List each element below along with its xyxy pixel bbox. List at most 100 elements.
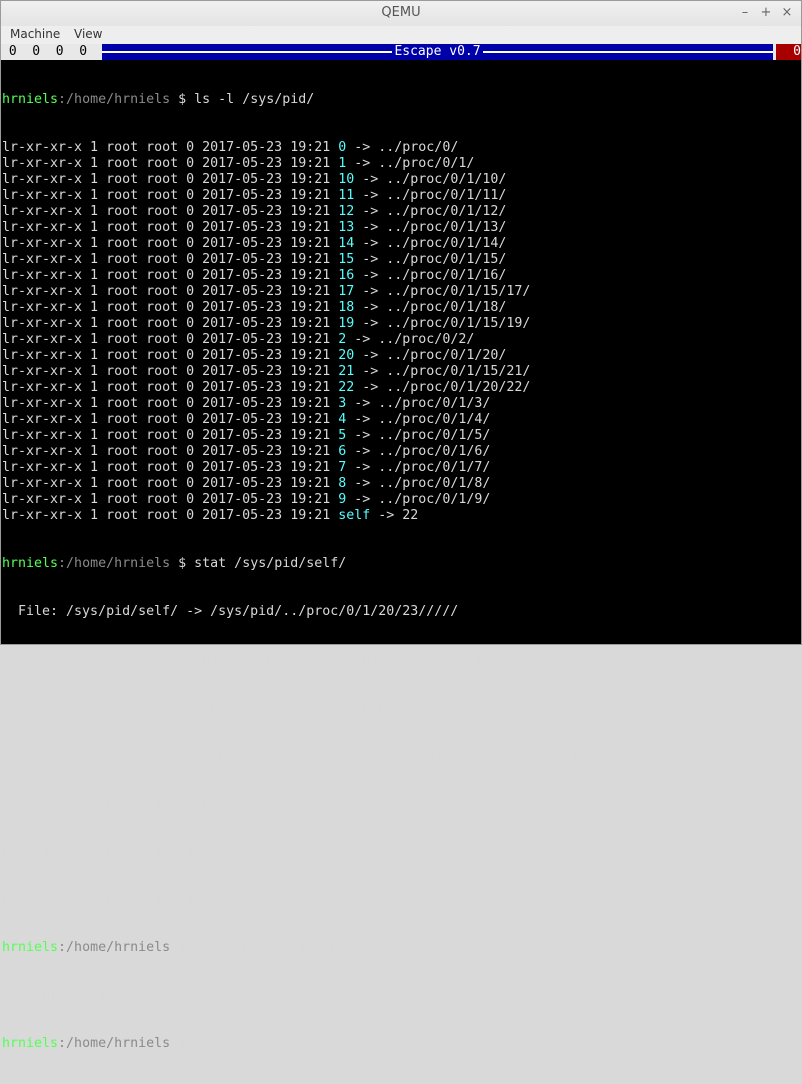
menu-bar: Machine View	[1, 26, 801, 44]
entry-attrs: lr-xr-xr-x 1 root root 0 2017-05-23 19:2…	[2, 492, 339, 507]
vterm-indicators: 0 0 0 0	[1, 44, 102, 60]
listing-row: lr-xr-xr-x 1 root root 0 2017-05-23 19:2…	[2, 236, 578, 252]
entry-target: -> ../proc/0/1/9/	[346, 492, 491, 507]
listing-row: lr-xr-xr-x 1 root root 0 2017-05-23 19:2…	[2, 252, 578, 268]
listing-row: lr-xr-xr-x 1 root root 0 2017-05-23 19:2…	[2, 316, 578, 332]
listing-row: lr-xr-xr-x 1 root root 0 2017-05-23 19:2…	[2, 476, 578, 492]
maximize-icon[interactable]: +	[759, 5, 773, 21]
entry-name: 19	[338, 316, 355, 331]
entry-target: -> ../proc/0/1/18/	[354, 300, 507, 315]
entry-name: 22	[338, 380, 355, 395]
entry-target: -> ../proc/0/1/11/	[354, 188, 507, 203]
entry-attrs: lr-xr-xr-x 1 root root 0 2017-05-23 19:2…	[2, 204, 339, 219]
command-text: stat /sys/pid/self/	[194, 556, 347, 571]
listing-row: lr-xr-xr-x 1 root root 0 2017-05-23 19:2…	[2, 444, 578, 460]
listing-row: lr-xr-xr-x 1 root root 0 2017-05-23 19:2…	[2, 412, 578, 428]
entry-attrs: lr-xr-xr-x 1 root root 0 2017-05-23 19:2…	[2, 508, 339, 523]
entry-target: -> ../proc/0/1/3/	[346, 396, 491, 411]
prompt-line[interactable]: hrniels:/home/hrniels $ _	[2, 1036, 578, 1052]
entry-target: -> ../proc/0/	[346, 140, 459, 155]
entry-target: -> 22	[370, 508, 419, 523]
qemu-window: QEMU – + × Machine View 0 0 0 0 Escape v…	[0, 0, 802, 1051]
stat-line: Access: 2017-05-23 19:22:06	[2, 796, 219, 811]
entry-target: -> ../proc/0/1/20/22/	[354, 380, 531, 395]
entry-target: -> ../proc/0/1/5/	[346, 428, 491, 443]
listing-row: lr-xr-xr-x 1 root root 0 2017-05-23 19:2…	[2, 284, 578, 300]
entry-name: 13	[338, 220, 355, 235]
listing-row: lr-xr-xr-x 1 root root 0 2017-05-23 19:2…	[2, 428, 578, 444]
entry-attrs: lr-xr-xr-x 1 root root 0 2017-05-23 19:2…	[2, 332, 339, 347]
terminal-output: hrniels:/home/hrniels $ ls -l /sys/pid/ …	[2, 60, 578, 1084]
entry-attrs: lr-xr-xr-x 1 root root 0 2017-05-23 19:2…	[2, 396, 339, 411]
entry-name: 11	[338, 188, 355, 203]
entry-attrs: lr-xr-xr-x 1 root root 0 2017-05-23 19:2…	[2, 252, 339, 267]
listing-row: lr-xr-xr-x 1 root root 0 2017-05-23 19:2…	[2, 492, 578, 508]
listing-row: lr-xr-xr-x 1 root root 0 2017-05-23 19:2…	[2, 380, 578, 396]
entry-target: -> ../proc/0/1/7/	[346, 460, 491, 475]
listing-row: lr-xr-xr-x 1 root root 0 2017-05-23 19:2…	[2, 348, 578, 364]
close-icon[interactable]: ×	[780, 5, 794, 21]
entry-attrs: lr-xr-xr-x 1 root root 0 2017-05-23 19:2…	[2, 156, 339, 171]
entry-target: -> ../proc/0/1/15/17/	[354, 284, 531, 299]
status-counter-value: 0	[793, 44, 801, 59]
status-counter: 0	[773, 44, 801, 60]
entry-target: -> ../proc/0/2/	[346, 332, 475, 347]
entry-attrs: lr-xr-xr-x 1 root root 0 2017-05-23 19:2…	[2, 476, 339, 491]
listing-row: lr-xr-xr-x 1 root root 0 2017-05-23 19:2…	[2, 156, 578, 172]
status-title-bar: Escape v0.7	[102, 44, 773, 60]
title-bar[interactable]: QEMU – + ×	[1, 1, 801, 27]
listing-row: lr-xr-xr-x 1 root root 0 2017-05-23 19:2…	[2, 364, 578, 380]
entry-attrs: lr-xr-xr-x 1 root root 0 2017-05-23 19:2…	[2, 444, 339, 459]
listing-row: lr-xr-xr-x 1 root root 0 2017-05-23 19:2…	[2, 140, 578, 156]
entry-target: -> ../proc/0/1/8/	[346, 476, 491, 491]
minimize-icon[interactable]: –	[738, 5, 752, 21]
stat-line: Size: 0 Blocks: 0 Block: 512 symbolic li…	[2, 652, 579, 667]
entry-name: 10	[338, 172, 355, 187]
stat-line: Access: (0555/lr-xr-xr-x) Uid: ( 0/ root…	[2, 748, 579, 763]
listing-row: lr-xr-xr-x 1 root root 0 2017-05-23 19:2…	[2, 460, 578, 476]
prompt-line: hrniels:/home/hrniels $ ls -l /sys/pid/	[2, 92, 315, 107]
os-title: Escape v0.7	[392, 44, 483, 59]
entry-target: -> ../proc/0/1/20/	[354, 348, 507, 363]
stat-line: Modify: 2017-05-23 19:21:50	[2, 844, 219, 859]
entry-attrs: lr-xr-xr-x 1 root root 0 2017-05-23 19:2…	[2, 348, 339, 363]
listing-row: lr-xr-xr-x 1 root root 0 2017-05-23 19:2…	[2, 396, 578, 412]
listing-row: lr-xr-xr-x 1 root root 0 2017-05-23 19:2…	[2, 172, 578, 188]
entry-attrs: lr-xr-xr-x 1 root root 0 2017-05-23 19:2…	[2, 428, 339, 443]
entry-attrs: lr-xr-xr-x 1 root root 0 2017-05-23 19:2…	[2, 268, 339, 283]
entry-target: -> ../proc/0/1/	[346, 156, 475, 171]
os-status-bar: 0 0 0 0 Escape v0.7 0	[1, 44, 801, 60]
menu-view[interactable]: View	[74, 27, 102, 41]
prompt-line: hrniels:/home/hrniels $ readlink -f /sys…	[2, 940, 371, 955]
vm-screen[interactable]: 0 0 0 0 Escape v0.7 0 hrniels:/home/hrni…	[1, 44, 801, 1051]
entry-attrs: lr-xr-xr-x 1 root root 0 2017-05-23 19:2…	[2, 380, 339, 395]
entry-target: -> ../proc/0/1/13/	[354, 220, 507, 235]
listing-row: lr-xr-xr-x 1 root root 0 2017-05-23 19:2…	[2, 188, 578, 204]
entry-target: -> ../proc/0/1/6/	[346, 444, 491, 459]
listing-row: lr-xr-xr-x 1 root root 0 2017-05-23 19:2…	[2, 332, 578, 348]
entry-name: 20	[338, 348, 355, 363]
entry-target: -> ../proc/0/1/15/	[354, 252, 507, 267]
stat-line: Create: 2017-05-23 19:21:50	[2, 892, 219, 907]
entry-name: 17	[338, 284, 355, 299]
entry-name: self	[338, 508, 371, 523]
entry-attrs: lr-xr-xr-x 1 root root 0 2017-05-23 19:2…	[2, 316, 339, 331]
prompt-line: hrniels:/home/hrniels $ stat /sys/pid/se…	[2, 556, 347, 571]
entry-target: -> ../proc/0/1/4/	[346, 412, 491, 427]
entry-attrs: lr-xr-xr-x 1 root root 0 2017-05-23 19:2…	[2, 172, 339, 187]
entry-name: 15	[338, 252, 355, 267]
entry-attrs: lr-xr-xr-x 1 root root 0 2017-05-23 19:2…	[2, 140, 339, 155]
entry-attrs: lr-xr-xr-x 1 root root 0 2017-05-23 19:2…	[2, 412, 339, 427]
entry-name: 18	[338, 300, 355, 315]
text-cursor: _	[194, 1036, 203, 1051]
readlink-output: /sys/proc/0/1/9	[2, 988, 123, 1003]
window-title: QEMU	[381, 5, 421, 20]
listing-row: lr-xr-xr-x 1 root root 0 2017-05-23 19:2…	[2, 268, 578, 284]
entry-target: -> ../proc/0/1/15/19/	[354, 316, 531, 331]
entry-target: -> ../proc/0/1/15/21/	[354, 364, 531, 379]
command-text: readlink -f /sys/pid/9	[194, 940, 371, 955]
entry-target: -> ../proc/0/1/10/	[354, 172, 507, 187]
menu-machine[interactable]: Machine	[10, 27, 60, 41]
entry-target: -> ../proc/0/1/12/	[354, 204, 507, 219]
entry-target: -> ../proc/0/1/16/	[354, 268, 507, 283]
